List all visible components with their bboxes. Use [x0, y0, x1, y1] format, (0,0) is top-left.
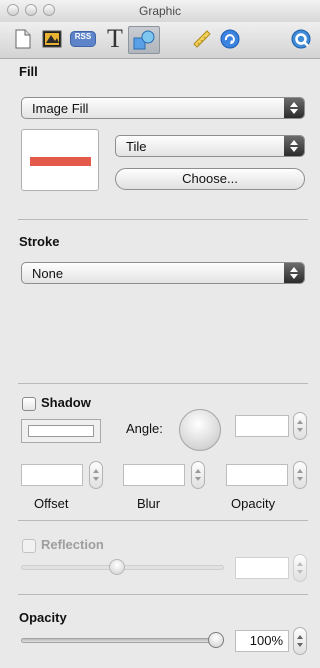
fill-section-title: Fill	[19, 64, 38, 79]
image-inspector-button[interactable]	[41, 28, 63, 50]
inspector-content: Fill Image Fill Tile Choose... Stroke No…	[0, 59, 320, 668]
inspector-window: Graphic RSS T Fill Image Fill Tile Choos…	[0, 0, 320, 668]
metrics-inspector-button[interactable]	[191, 28, 213, 50]
graphic-icon	[133, 30, 155, 50]
shadow-checkbox[interactable]	[22, 397, 36, 411]
quicktime-inspector-button[interactable]	[290, 28, 312, 50]
rss-inspector-button[interactable]: RSS	[70, 28, 96, 50]
popup-arrows-icon	[284, 136, 304, 156]
fill-swatch	[30, 157, 91, 166]
opacity-stepper[interactable]	[293, 627, 307, 655]
offset-label: Offset	[34, 496, 69, 511]
popup-arrows-icon	[284, 98, 304, 118]
shadow-opacity-stepper[interactable]	[293, 461, 307, 489]
reflection-stepper[interactable]	[293, 554, 307, 582]
stroke-type-value: None	[32, 266, 64, 281]
reflection-checkbox[interactable]	[22, 539, 36, 553]
shadow-color-well[interactable]	[21, 419, 101, 443]
opacity-slider-knob[interactable]	[208, 632, 224, 648]
shadow-opacity-field[interactable]	[226, 464, 288, 486]
shadow-opacity-label: Opacity	[231, 496, 276, 511]
link-inspector-button[interactable]	[219, 28, 241, 50]
inspector-toolbar: RSS T	[0, 22, 320, 59]
blur-stepper[interactable]	[191, 461, 205, 489]
window-title: Graphic	[138, 4, 182, 18]
title-bar: Graphic	[0, 0, 320, 23]
choose-image-button[interactable]: Choose...	[115, 168, 305, 190]
separator	[18, 520, 308, 521]
angle-stepper[interactable]	[293, 412, 307, 440]
blur-label: Blur	[137, 496, 161, 511]
blur-field[interactable]	[123, 464, 185, 486]
opacity-field[interactable]: 100%	[235, 630, 289, 652]
stroke-type-popup[interactable]: None	[21, 262, 305, 284]
reflection-label: Reflection	[41, 537, 104, 552]
separator	[18, 594, 308, 595]
text-inspector-button[interactable]: T	[104, 24, 126, 53]
separator	[18, 219, 308, 220]
link-icon	[220, 29, 240, 49]
separator	[18, 383, 308, 384]
angle-dial[interactable]	[179, 409, 221, 451]
reflection-slider-knob[interactable]	[109, 559, 125, 575]
text-icon: T	[107, 24, 123, 53]
fill-type-value: Image Fill	[32, 101, 89, 116]
angle-label: Angle:	[126, 421, 163, 436]
document-inspector-button[interactable]	[12, 28, 34, 50]
opacity-slider-track[interactable]	[21, 638, 224, 643]
ruler-icon	[193, 30, 211, 48]
quicktime-icon	[291, 29, 311, 49]
fill-type-popup[interactable]: Image Fill	[21, 97, 305, 119]
fill-mode-popup[interactable]: Tile	[115, 135, 305, 157]
stroke-section-title: Stroke	[19, 234, 60, 249]
offset-field[interactable]	[21, 464, 83, 486]
angle-field[interactable]	[235, 415, 289, 437]
opacity-section-title: Opacity	[19, 610, 67, 625]
rss-label: RSS	[74, 32, 92, 41]
image-icon	[42, 30, 62, 48]
fill-mode-value: Tile	[126, 139, 147, 154]
reflection-field[interactable]	[235, 557, 289, 579]
popup-arrows-icon	[284, 263, 304, 283]
fill-image-well[interactable]	[21, 129, 99, 191]
offset-stepper[interactable]	[89, 461, 103, 489]
shadow-label: Shadow	[41, 395, 91, 410]
document-icon	[15, 29, 31, 49]
shadow-color-swatch	[28, 425, 94, 437]
graphic-inspector-button[interactable]	[128, 26, 160, 54]
